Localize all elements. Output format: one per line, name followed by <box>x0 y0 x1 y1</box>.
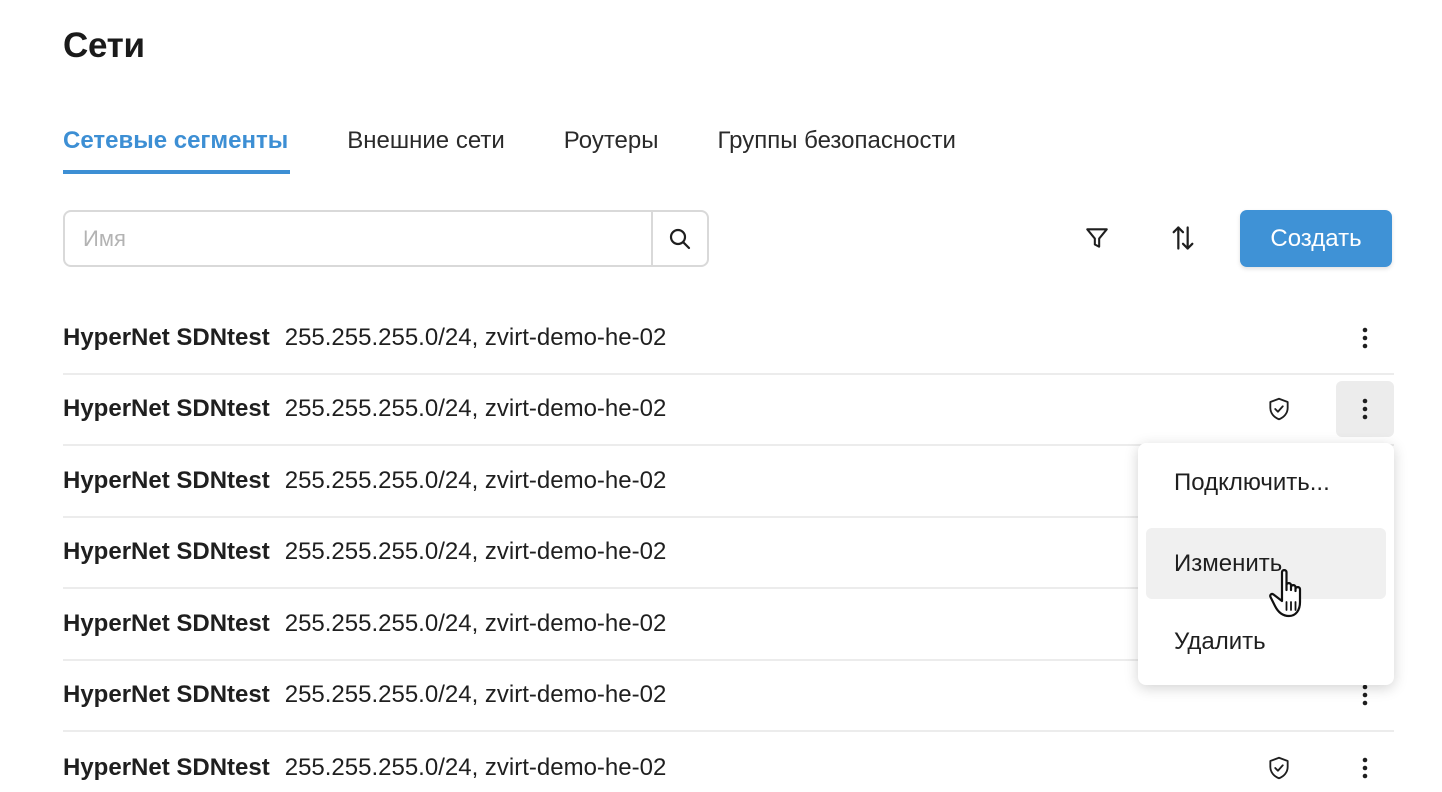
list-item[interactable]: HyperNet SDNtest 255.255.255.0/24, zvirt… <box>63 375 1394 446</box>
row-menu-button[interactable] <box>1336 381 1394 438</box>
menu-item-connect[interactable]: Подключить... <box>1146 447 1386 518</box>
list-item[interactable]: HyperNet SDNtest 255.255.255.0/24, zvirt… <box>63 732 1394 792</box>
segment-details: 255.255.255.0/24, zvirt-demo-he-02 <box>284 753 667 781</box>
segment-name: HyperNet SDNtest <box>63 609 270 637</box>
segment-details: 255.255.255.0/24, zvirt-demo-he-02 <box>284 681 667 709</box>
segment-name: HyperNet SDNtest <box>63 395 270 423</box>
tab-network-segments[interactable]: Сетевые сегменты <box>63 124 291 174</box>
row-menu-button[interactable] <box>1336 740 1394 792</box>
search-icon <box>669 228 691 249</box>
shield-check-icon <box>1265 395 1293 423</box>
list-item[interactable]: HyperNet SDNtest 255.255.255.0/24, zvirt… <box>63 303 1394 375</box>
more-vertical-icon <box>1362 398 1368 420</box>
more-vertical-icon <box>1362 757 1368 779</box>
segment-details: 255.255.255.0/24, zvirt-demo-he-02 <box>284 609 667 637</box>
search-button[interactable] <box>651 212 707 265</box>
segment-name: HyperNet SDNtest <box>63 323 270 351</box>
tab-routers[interactable]: Роутеры <box>564 124 659 174</box>
search-box <box>63 210 709 267</box>
more-vertical-icon <box>1362 327 1368 349</box>
segment-name: HyperNet SDNtest <box>63 538 270 566</box>
sort-button[interactable] <box>1163 218 1203 258</box>
search-input[interactable] <box>65 212 651 265</box>
shield-check-icon <box>1265 754 1293 782</box>
sort-icon <box>1172 226 1194 250</box>
tabs-bar: Сетевые сегменты Внешние сети Роутеры Гр… <box>63 124 1015 176</box>
create-button[interactable]: Создать <box>1240 210 1392 267</box>
row-menu-button[interactable] <box>1336 310 1394 366</box>
menu-item-delete[interactable]: Удалить <box>1146 606 1386 677</box>
segment-name: HyperNet SDNtest <box>63 753 270 781</box>
page-title: Сети <box>63 26 145 65</box>
segment-details: 255.255.255.0/24, zvirt-demo-he-02 <box>284 395 667 423</box>
segment-name: HyperNet SDNtest <box>63 466 270 494</box>
segment-details: 255.255.255.0/24, zvirt-demo-he-02 <box>284 466 667 494</box>
tab-security-groups[interactable]: Группы безопасности <box>717 124 955 174</box>
tab-external-networks[interactable]: Внешние сети <box>347 124 505 174</box>
segment-details: 255.255.255.0/24, zvirt-demo-he-02 <box>284 323 667 351</box>
menu-item-edit[interactable]: Изменить <box>1146 528 1386 599</box>
filter-button[interactable] <box>1077 218 1117 258</box>
segment-details: 255.255.255.0/24, zvirt-demo-he-02 <box>284 538 667 566</box>
more-vertical-icon <box>1362 684 1368 706</box>
filter-icon <box>1086 228 1108 248</box>
row-context-menu: Подключить... Изменить Удалить <box>1138 443 1394 685</box>
segment-name: HyperNet SDNtest <box>63 681 270 709</box>
